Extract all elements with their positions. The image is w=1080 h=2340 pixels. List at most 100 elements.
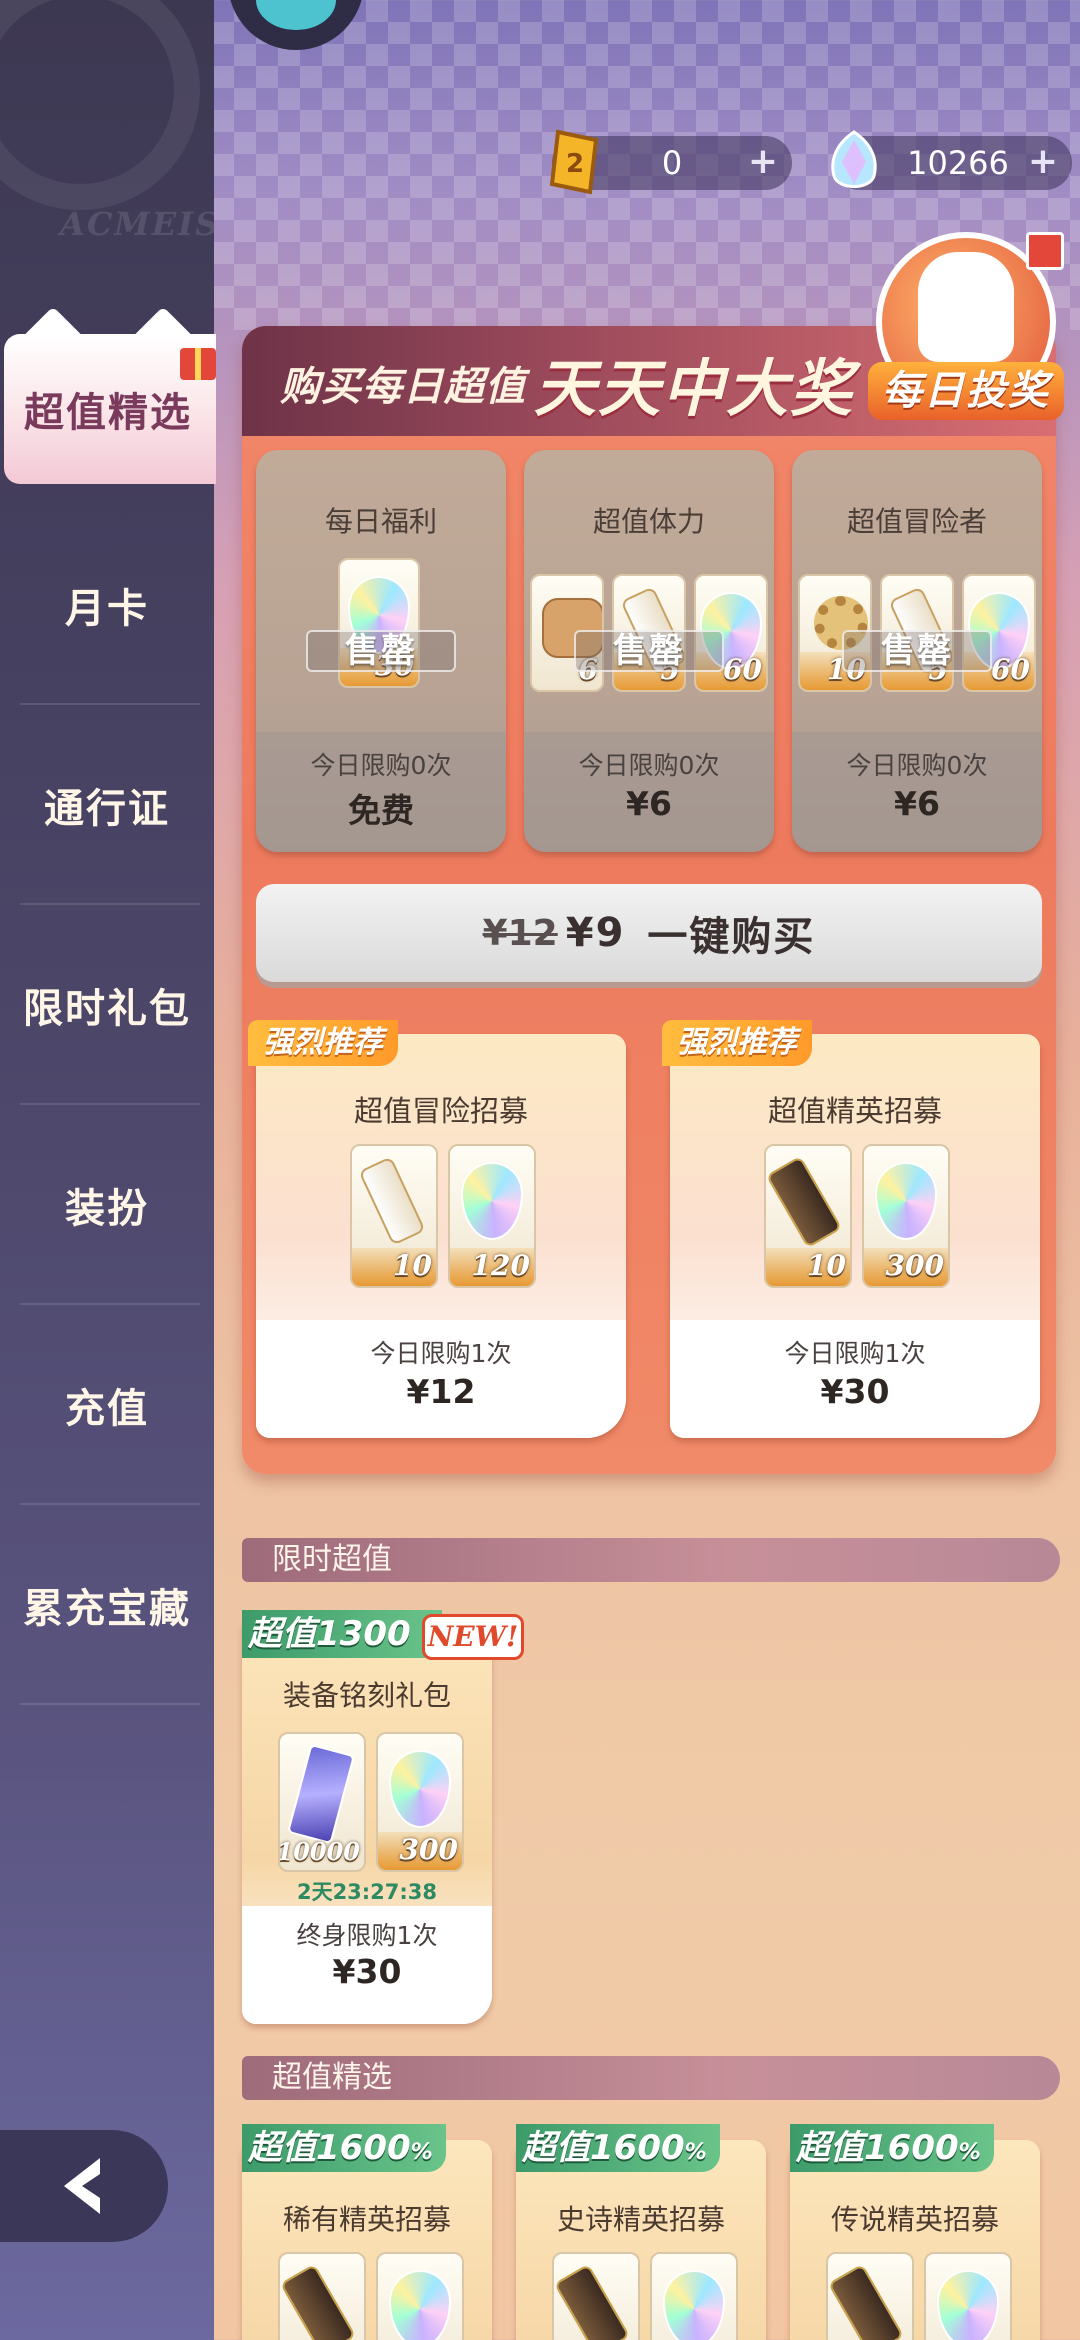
sidebar-item-label: 通行证 xyxy=(44,786,170,832)
section-title: 限时超值 xyxy=(272,1542,392,1577)
value-tag-suffix: % xyxy=(684,2140,707,2165)
featured-card-title: 传说精英招募 xyxy=(830,2203,999,2236)
sidebar-item-recharge[interactable]: 充值 xyxy=(0,1305,214,1505)
sold-out-stamp: 售罄 xyxy=(306,630,456,672)
section-header-featured: 超值精选 xyxy=(242,2056,1060,2100)
reward-item: 120 xyxy=(448,1144,536,1288)
sidebar-item-label: 限时礼包 xyxy=(23,986,191,1032)
purchase-limit: 今日限购0次 xyxy=(846,751,988,780)
reward-qty: 10 xyxy=(807,1249,846,1282)
sidebar-item-costume[interactable]: 装扮 xyxy=(0,1105,214,1305)
mascot-icon xyxy=(918,252,1014,362)
limited-card-title: 装备铭刻礼包 xyxy=(282,1679,451,1712)
sidebar-item-limited-pack[interactable]: 限时礼包 xyxy=(0,905,214,1105)
daily-card-stamina[interactable]: 超值体力 6 5 60 售罄 今日限购0次 ¥6 xyxy=(524,450,774,852)
daily-card-title: 每日福利 xyxy=(324,505,437,538)
value-tag: 超值1600% xyxy=(242,2124,446,2172)
sold-out-stamp: 售罄 xyxy=(574,630,724,672)
sidebar-item-label: 装扮 xyxy=(65,1186,149,1232)
reward-qty: 60 xyxy=(723,653,762,686)
buy-all-label: 一键购买 xyxy=(647,914,816,960)
sidebar-item-monthly-card[interactable]: 月卡 xyxy=(0,505,214,705)
gift-icon xyxy=(1026,232,1064,270)
gem-icon xyxy=(389,1750,451,1828)
sidebar: ACMEIS 超值精选 月卡 通行证 限时礼包 装扮 充值 累充宝藏 xyxy=(0,0,216,2340)
gem-icon xyxy=(389,2270,451,2340)
price: 免费 xyxy=(348,791,414,830)
sold-out-stamp: 售罄 xyxy=(842,630,992,672)
svg-text:2: 2 xyxy=(566,149,584,179)
reward-qty: 300 xyxy=(885,1249,944,1282)
gold-currency: 2 0 + xyxy=(549,129,792,195)
reward-item: 300 xyxy=(862,1144,950,1288)
sidebar-item-accumulated-treasure[interactable]: 累充宝藏 xyxy=(0,1505,214,1705)
value-tag-prefix: 超值 xyxy=(522,2128,590,2168)
value-tag-value: 1600 xyxy=(864,2128,959,2168)
value-tag-value: 1300 xyxy=(316,1614,411,1654)
value-tag-prefix: 超值 xyxy=(248,1614,316,1654)
sidebar-item-label: 超值精选 xyxy=(24,390,192,436)
recommend-tag: 强烈推荐 xyxy=(662,1020,812,1066)
purchase-limit: 今日限购1次 xyxy=(784,1339,926,1368)
reward-qty: 10000 xyxy=(278,1837,360,1866)
reward-item: 10 xyxy=(764,1144,852,1288)
reward-item xyxy=(924,2252,1012,2340)
countdown-timer: 2天23:27:38 xyxy=(296,1880,438,1904)
back-arrow-icon xyxy=(64,2158,100,2214)
gem-icon xyxy=(663,2270,725,2340)
limited-card-equipment-pack[interactable]: 装备铭刻礼包 10000 300 2天23:27:38 终身限购1次 ¥30 xyxy=(242,1614,492,2024)
banner-big-text: 天天中大奖 xyxy=(534,352,855,425)
sidebar-item-label: 充值 xyxy=(65,1386,149,1432)
reward-qty: 60 xyxy=(991,653,1030,686)
daily-lottery-button[interactable]: 每日投奖 xyxy=(868,232,1064,422)
reward-qty: 300 xyxy=(399,1833,458,1866)
reward-item: 10 xyxy=(350,1144,438,1288)
add-gold-button[interactable]: + xyxy=(748,142,778,182)
crystal-icon xyxy=(286,1743,356,1845)
price: ¥30 xyxy=(820,1372,890,1411)
value-tag-value: 1600 xyxy=(590,2128,685,2168)
red-scroll-icon xyxy=(828,2263,905,2340)
value-tag-suffix: % xyxy=(958,2140,981,2165)
new-badge: NEW! xyxy=(422,1614,524,1660)
purchase-limit: 今日限购1次 xyxy=(370,1339,512,1368)
daily-card-adventurer[interactable]: 超值冒险者 10 5 60 售罄 今日限购0次 ¥6 xyxy=(792,450,1042,852)
recommend-card-title: 超值冒险招募 xyxy=(353,1094,528,1128)
section-header-limited: 限时超值 xyxy=(242,1538,1060,1582)
purchase-limit: 今日限购0次 xyxy=(310,751,452,780)
sidebar-item-label: 累充宝藏 xyxy=(23,1586,191,1632)
sidebar-item-pass[interactable]: 通行证 xyxy=(0,705,214,905)
sidebar-item-featured[interactable]: 超值精选 xyxy=(0,306,216,500)
gem-currency: 10266 + xyxy=(831,130,1072,190)
red-scroll-icon xyxy=(280,2263,357,2340)
sidebar-item-label: 月卡 xyxy=(65,586,149,632)
recommend-card-elite[interactable]: 超值精英招募 10 300 今日限购1次 ¥30 xyxy=(670,1034,1040,1438)
back-button[interactable] xyxy=(0,2130,168,2242)
reward-item: 10000 xyxy=(278,1732,366,1872)
gold-amount: 0 xyxy=(661,144,683,182)
price: ¥12 xyxy=(406,1372,476,1411)
new-price: ¥9 xyxy=(565,910,626,956)
gem-icon xyxy=(461,1162,523,1240)
reward-item xyxy=(826,2252,914,2340)
daily-deal-panel: 购买每日超值 天天中大奖 每日福利 30 售罄 今日限购0次 免费 超值体力 6… xyxy=(242,326,1056,1474)
gem-amount: 10266 xyxy=(907,144,1009,182)
value-tag-prefix: 超值 xyxy=(796,2128,864,2168)
red-scroll-icon xyxy=(766,1155,843,1249)
value-tag-value: 1600 xyxy=(316,2128,411,2168)
buy-all-button[interactable]: ¥12 ¥9 一键购买 xyxy=(256,884,1042,982)
recommend-card-adventure[interactable]: 超值冒险招募 10 120 今日限购1次 ¥12 xyxy=(256,1034,626,1438)
featured-card-title: 史诗精英招募 xyxy=(556,2203,725,2236)
purchase-limit: 终身限购1次 xyxy=(296,1921,438,1950)
daily-card-welfare[interactable]: 每日福利 30 售罄 今日限购0次 免费 xyxy=(256,450,506,852)
add-gem-button[interactable]: + xyxy=(1028,142,1058,182)
price: ¥6 xyxy=(626,784,672,823)
purchase-limit: 今日限购0次 xyxy=(578,751,720,780)
gem-icon xyxy=(875,1162,937,1240)
daily-lottery-label: 每日投奖 xyxy=(868,362,1064,420)
daily-card-title: 超值体力 xyxy=(592,505,705,538)
gem-icon xyxy=(937,2270,999,2340)
reward-item xyxy=(552,2252,640,2340)
featured-card-title: 稀有精英招募 xyxy=(282,2203,451,2236)
emblem-logo: ACMEIS xyxy=(0,0,214,250)
